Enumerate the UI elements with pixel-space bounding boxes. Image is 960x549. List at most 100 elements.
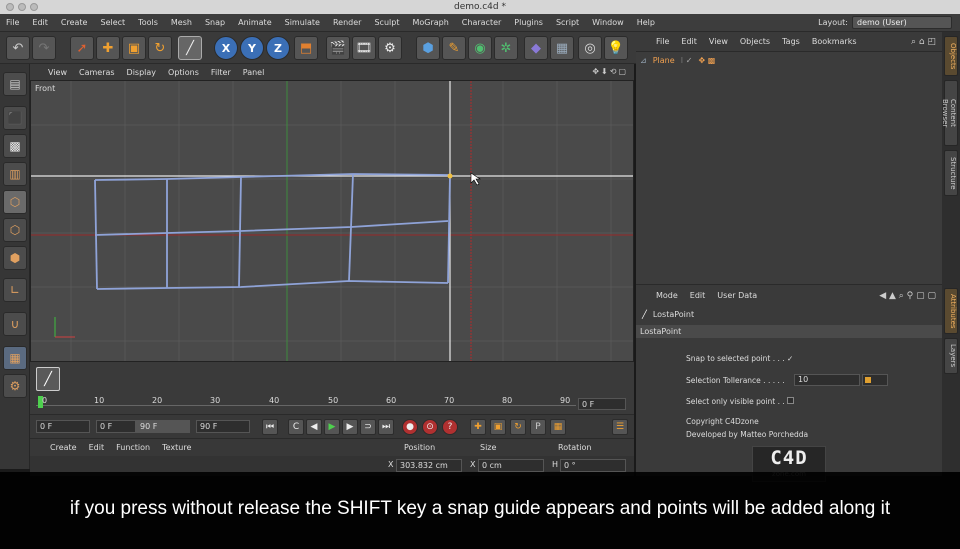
polygons-mode-icon[interactable]: ⬢ [3,246,27,270]
key-position-icon[interactable]: ✚ [470,419,486,435]
tab-objects[interactable]: Objects [944,36,958,76]
tab-attributes[interactable]: Attributes [944,288,958,334]
rotation-h-field[interactable]: 0 ° [560,459,626,472]
viewport-menu-view[interactable]: View [48,68,67,77]
undo-icon[interactable]: ↶ [6,36,30,60]
menu-plugins[interactable]: Plugins [514,18,543,27]
objects-menu-view[interactable]: View [709,37,728,46]
menu-select[interactable]: Select [100,18,125,27]
light-icon[interactable]: 💡 [604,36,628,60]
attributes-menu-mode[interactable]: Mode [656,291,678,300]
attributes-nav-icons[interactable]: ◀ ▲ ⌕ ⚲ ▢ ▢ [879,291,936,301]
material-menu-edit[interactable]: Edit [89,443,105,452]
visibility-dots-icon[interactable]: ⁝ ✓ [681,56,693,65]
y-axis-icon[interactable]: Y [240,36,264,60]
rotate-icon[interactable]: ↻ [148,36,172,60]
redo-icon[interactable]: ↷ [32,36,56,60]
texture-mode-icon[interactable]: ▩ [3,134,27,158]
floor-icon[interactable]: ▦ [550,36,574,60]
search-icon[interactable]: ⌕ ⌂ ◰ [911,37,936,47]
key-scale-icon[interactable]: ▣ [490,419,506,435]
tab-content-browser[interactable]: Content Browser [941,80,958,146]
objects-menu-objects[interactable]: Objects [740,37,770,46]
objects-menu-file[interactable]: File [656,37,669,46]
menu-snap[interactable]: Snap [205,18,225,27]
move-icon[interactable]: ✚ [96,36,120,60]
next-key-icon[interactable]: ⊃ [360,419,376,435]
menu-edit[interactable]: Edit [32,18,48,27]
x-axis-icon[interactable]: X [214,36,238,60]
start-frame-field[interactable]: 0 F [36,420,90,433]
range-start-field[interactable]: 0 F [96,420,136,433]
autokeying-icon[interactable]: ⊙ [422,419,438,435]
go-to-start-icon[interactable]: ⏮ [262,419,278,435]
layout-select[interactable]: demo (User) [852,16,952,29]
menu-render[interactable]: Render [333,18,361,27]
spline-pen-icon[interactable]: ✎ [442,36,466,60]
viewport-menu-display[interactable]: Display [127,68,157,77]
end-frame-field[interactable]: 90 F [196,420,250,433]
subdivision-icon[interactable]: ◉ [468,36,492,60]
objects-menu-edit[interactable]: Edit [681,37,697,46]
snap-magnet-icon[interactable]: ∪ [3,312,27,336]
record-active-objects-icon[interactable]: ● [402,419,418,435]
camera-icon[interactable]: ◎ [578,36,602,60]
object-row-plane[interactable]: ⊿ Plane ⁝ ✓ ✥ ▩ [640,54,940,67]
make-editable-icon[interactable]: ▤ [3,72,27,96]
object-name[interactable]: Plane [653,56,675,65]
menu-mesh[interactable]: Mesh [171,18,192,27]
menu-help[interactable]: Help [637,18,655,27]
timeline-ruler[interactable]: 0 10 20 30 40 50 60 70 80 90 [36,396,576,410]
next-frame-icon[interactable]: ▶ [342,419,358,435]
material-menu-function[interactable]: Function [116,443,150,452]
tab-layers[interactable]: Layers [944,338,958,374]
viewport-menu-options[interactable]: Options [168,68,199,77]
snap-selected-checkbox[interactable]: ✓ [787,354,793,363]
render-settings-icon[interactable]: ⚙ [378,36,402,60]
workplane-icon[interactable]: ▥ [3,162,27,186]
attributes-menu-user-data[interactable]: User Data [717,291,757,300]
render-view-icon[interactable]: 🎬 [326,36,350,60]
cube-icon[interactable]: ⬢ [416,36,440,60]
deformer-icon[interactable]: ◆ [524,36,548,60]
viewport-menu-filter[interactable]: Filter [211,68,231,77]
objects-menu-bookmarks[interactable]: Bookmarks [812,37,857,46]
menu-script[interactable]: Script [556,18,579,27]
close-window-button[interactable] [6,3,14,11]
zoom-window-button[interactable] [30,3,38,11]
menu-animate[interactable]: Animate [238,18,272,27]
front-viewport[interactable]: Front [30,80,634,362]
menu-character[interactable]: Character [462,18,502,27]
viewport-menu-panel[interactable]: Panel [243,68,265,77]
coordinate-system-icon[interactable]: ⬒ [294,36,318,60]
tolerance-field[interactable]: 10 [794,374,860,386]
tolerance-slider[interactable] [862,374,888,386]
menu-sculpt[interactable]: Sculpt [374,18,399,27]
size-x-field[interactable]: 0 cm [478,459,544,472]
attributes-tab-lostapoint[interactable]: LostaPoint [636,325,942,338]
cloner-icon[interactable]: ✲ [494,36,518,60]
select-arrow-icon[interactable]: ➚ [70,36,94,60]
render-picture-icon[interactable]: 🎞 [352,36,376,60]
visible-only-checkbox[interactable] [787,397,795,404]
z-axis-icon[interactable]: Z [266,36,290,60]
timeline-settings-icon[interactable]: ☰ [612,419,628,435]
active-tool-brush-icon[interactable]: ╱ [36,367,60,391]
go-to-end-icon[interactable]: ⏭ [378,419,394,435]
key-pla-icon[interactable]: ▦ [550,419,566,435]
menu-file[interactable]: File [6,18,19,27]
workplane-lock-icon[interactable]: ▦ [3,346,27,370]
material-menu-create[interactable]: Create [50,443,77,452]
key-rotation-icon[interactable]: ↻ [510,419,526,435]
points-mode-icon[interactable]: ⬡ [3,190,27,214]
scale-icon[interactable]: ▣ [122,36,146,60]
viewport-nav-icons[interactable]: ✥⬇⟲▢ [592,67,628,76]
menu-mograph[interactable]: MoGraph [412,18,448,27]
menu-window[interactable]: Window [592,18,624,27]
brush-icon[interactable]: ╱ [178,36,202,60]
key-parameter-icon[interactable]: P [530,419,546,435]
range-end-field[interactable]: 90 F [136,420,190,433]
menu-tools[interactable]: Tools [138,18,158,27]
previous-frame-icon[interactable]: ◀ [306,419,322,435]
previous-key-icon[interactable]: C [288,419,304,435]
